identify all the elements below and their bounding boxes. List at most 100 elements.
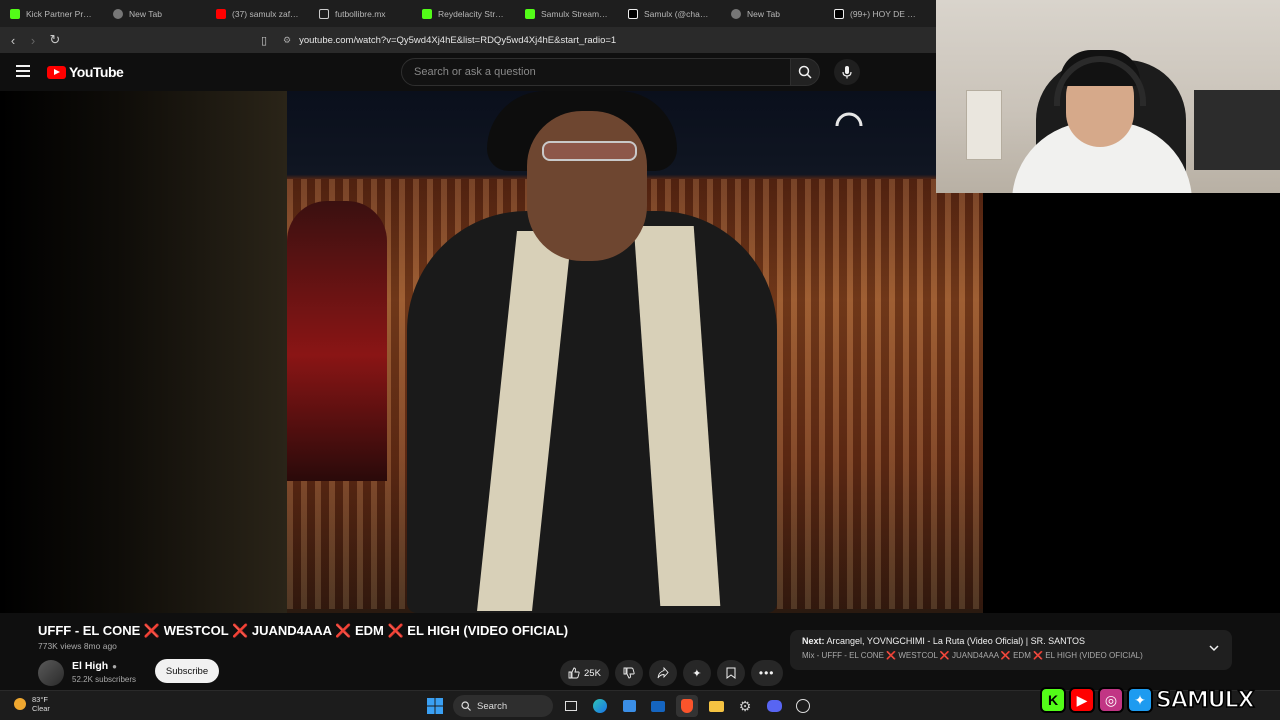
voice-search-button[interactable] xyxy=(834,59,860,85)
like-button[interactable]: 25K xyxy=(560,660,609,686)
save-button[interactable] xyxy=(716,660,745,686)
youtube-play-icon xyxy=(47,65,66,79)
share-button[interactable] xyxy=(648,660,677,686)
webcam-overlay xyxy=(936,0,1280,193)
browser-tab[interactable]: New Tab xyxy=(721,0,824,27)
browser-tab[interactable]: (99+) HOY DE NUE xyxy=(824,0,927,27)
media-player-icon[interactable] xyxy=(792,695,814,717)
store-icon[interactable] xyxy=(618,695,640,717)
youtube-logo[interactable]: YouTube xyxy=(47,64,124,80)
kick-icon: K xyxy=(1040,687,1066,713)
ask-button[interactable]: ✦ xyxy=(682,660,711,686)
microphone-icon xyxy=(842,66,852,79)
search-input[interactable]: Search or ask a question xyxy=(401,58,791,86)
subscribe-button[interactable]: Subscribe xyxy=(155,659,219,683)
next-prefix: Next: xyxy=(802,636,825,646)
tab-label: New Tab xyxy=(129,8,162,19)
kick-icon xyxy=(10,8,20,19)
tab-label: Samulx Stream - W xyxy=(541,8,608,19)
weather-condition: Clear xyxy=(32,704,50,713)
video-actions: 25K ✦ ••• xyxy=(560,660,783,686)
windows-logo-icon xyxy=(427,698,443,714)
folder-icon[interactable] xyxy=(705,695,727,717)
video-player[interactable] xyxy=(0,91,983,613)
tab-label: (99+) HOY DE NUE xyxy=(850,8,917,19)
bookmark-icon[interactable]: ▯ xyxy=(254,30,274,50)
youtube-logo-text: YouTube xyxy=(69,64,124,80)
search-icon xyxy=(461,701,471,711)
video-title: UFFF - EL CONE ❌ WESTCOL ❌ JUAND4AAA ❌ E… xyxy=(38,623,569,638)
browser-tab[interactable]: (37) samulx zaffiro xyxy=(206,0,309,27)
up-next-card[interactable]: Next: Arcangel, YOVNGCHIMI - La Ruta (Vi… xyxy=(790,630,1232,670)
channel-name-link[interactable]: El High ● xyxy=(72,660,117,672)
address-bar[interactable]: ⚙ youtube.com/watch?v=Qy5wd4Xj4hE&list=R… xyxy=(283,31,933,49)
loading-spinner-icon xyxy=(835,112,863,127)
gear-icon: ⚙ xyxy=(738,697,752,714)
avatar[interactable] xyxy=(38,660,64,686)
browser-tab[interactable]: Samulx (@chamuri xyxy=(618,0,721,27)
subscriber-count: 52.2K subscribers xyxy=(72,675,137,684)
temperature: 83°F xyxy=(32,695,48,704)
mail-logo xyxy=(651,700,665,712)
brave-icon xyxy=(113,8,123,19)
verified-icon: ● xyxy=(112,661,118,671)
task-view-icon[interactable] xyxy=(560,695,582,717)
edge-logo xyxy=(593,699,607,713)
store-logo xyxy=(622,700,636,712)
video-stats: 773K views 8mo ago xyxy=(38,641,117,651)
browser-tab[interactable]: New Tab xyxy=(103,0,206,27)
sparkle-icon: ✦ xyxy=(692,667,702,680)
tab-label: futbollibre.mx xyxy=(335,8,386,19)
forward-button[interactable]: › xyxy=(23,30,43,50)
search-placeholder: Search or ask a question xyxy=(414,66,536,78)
task-view-shape xyxy=(565,701,577,711)
discord-logo xyxy=(766,700,782,712)
taskbar-search[interactable]: Search xyxy=(453,695,553,717)
youtube-icon xyxy=(216,8,226,19)
tiktok-icon xyxy=(628,8,638,19)
twitter-icon: ✦ xyxy=(1127,687,1153,713)
taskbar-search-label: Search xyxy=(477,700,508,712)
windows-start-icon[interactable] xyxy=(424,695,446,717)
furniture xyxy=(1194,90,1280,170)
browser-tab[interactable]: futbollibre.mx xyxy=(309,0,412,27)
weather-icon xyxy=(14,698,26,710)
url-text: youtube.com/watch?v=Qy5wd4Xj4hE&list=RDQ… xyxy=(299,34,617,46)
discord-icon[interactable] xyxy=(763,695,785,717)
streamer-brand: SAMULX xyxy=(1155,687,1255,714)
kick-icon xyxy=(525,8,535,19)
more-icon: ••• xyxy=(758,666,775,680)
mail-icon[interactable] xyxy=(647,695,669,717)
share-icon xyxy=(657,667,669,679)
like-count: 25K xyxy=(584,667,601,679)
taskbar-apps: Search ⚙ xyxy=(424,695,814,717)
edge-icon[interactable] xyxy=(589,695,611,717)
reload-button[interactable]: ↻ xyxy=(45,30,65,50)
weather-widget[interactable]: 83°F Clear xyxy=(14,695,50,713)
search-icon xyxy=(798,65,812,79)
search-button[interactable] xyxy=(790,58,820,86)
youtube-icon: ▶ xyxy=(1069,687,1095,713)
back-button[interactable]: ‹ xyxy=(3,30,23,50)
brave-icon[interactable] xyxy=(676,695,698,717)
tiktok-icon xyxy=(834,8,844,19)
dislike-button[interactable] xyxy=(614,660,643,686)
channel-name: El High xyxy=(72,660,109,672)
thumbs-up-icon xyxy=(568,667,580,679)
background-person xyxy=(287,201,387,481)
more-actions-button[interactable]: ••• xyxy=(750,660,783,686)
site-info-icon[interactable]: ⚙ xyxy=(283,35,291,46)
settings-icon[interactable]: ⚙ xyxy=(734,695,756,717)
browser-tab[interactable]: Samulx Stream - W xyxy=(515,0,618,27)
instagram-icon: ◎ xyxy=(1098,687,1124,713)
youtube-header: YouTube Search or ask a question xyxy=(0,53,936,91)
menu-icon[interactable] xyxy=(16,65,30,77)
browser-tab[interactable]: Kick Partner Progr xyxy=(0,0,103,27)
tab-label: Samulx (@chamuri xyxy=(644,8,711,19)
browser-tab[interactable]: Reydelacity Stream xyxy=(412,0,515,27)
chevron-down-icon[interactable] xyxy=(1208,642,1220,654)
weather-text: 83°F Clear xyxy=(32,695,50,713)
tab-label: (37) samulx zaffiro xyxy=(232,8,299,19)
video-letterbox xyxy=(0,91,287,613)
browser-toolbar: ‹ › ↻ ▯ ⚙ youtube.com/watch?v=Qy5wd4Xj4h… xyxy=(0,27,936,53)
